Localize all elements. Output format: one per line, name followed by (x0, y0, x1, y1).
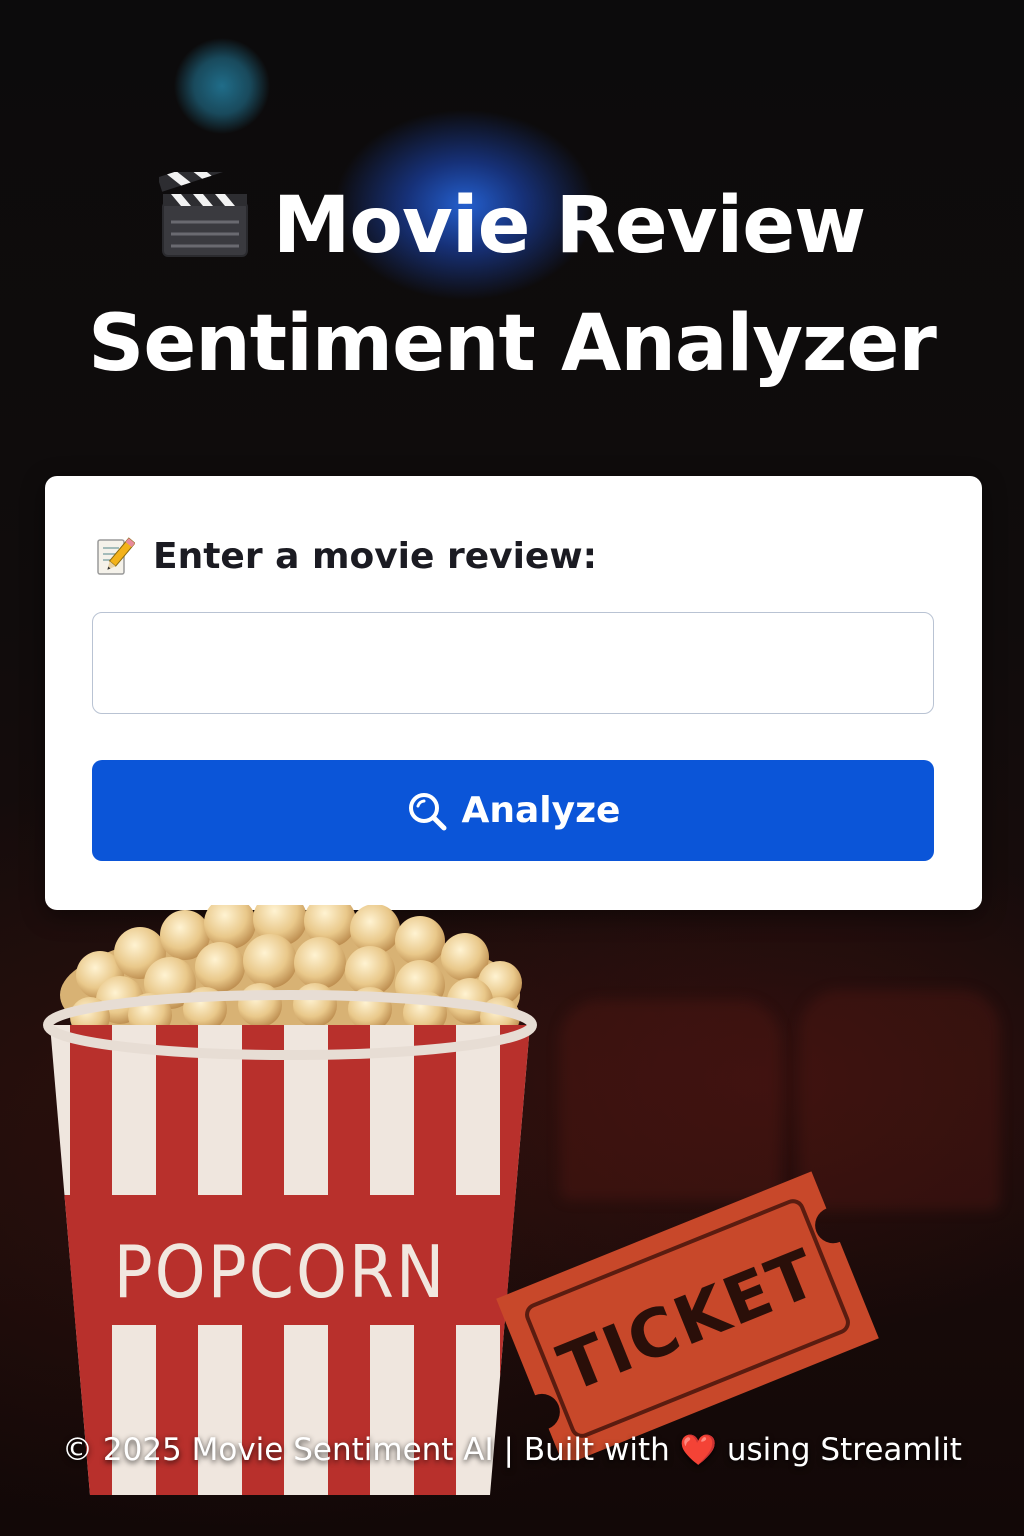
clapper-board-icon (157, 151, 251, 288)
heart-icon: ❤️ (679, 1433, 717, 1468)
footer-built-prefix: Built with (523, 1432, 670, 1468)
analyze-button[interactable]: Analyze (92, 760, 934, 861)
page-title: Movie Review Sentiment Analyzer (0, 151, 1024, 400)
title-line-1: Movie Review (0, 151, 1024, 288)
footer-built-suffix: using Streamlit (726, 1432, 962, 1468)
review-form-card: Enter a movie review: Analyze (45, 476, 982, 910)
review-label-text: Enter a movie review: (153, 535, 598, 577)
ticket-illustration: TICKET (496, 1171, 879, 1460)
popcorn-label: POPCORN (114, 1230, 447, 1314)
analyze-button-label: Analyze (461, 790, 621, 831)
review-input[interactable] (92, 612, 934, 714)
title-text-1: Movie Review (272, 181, 866, 271)
footer-separator: | (503, 1432, 514, 1468)
footer: © 2025 Movie Sentiment AI | Built with ❤… (0, 1432, 1024, 1468)
footer-copyright: © 2025 Movie Sentiment AI (62, 1432, 494, 1468)
review-label: Enter a movie review: (95, 534, 597, 578)
title-text-2: Sentiment Analyzer (88, 299, 937, 389)
magnifier-icon (408, 792, 447, 830)
memo-pencil-icon (95, 534, 136, 578)
